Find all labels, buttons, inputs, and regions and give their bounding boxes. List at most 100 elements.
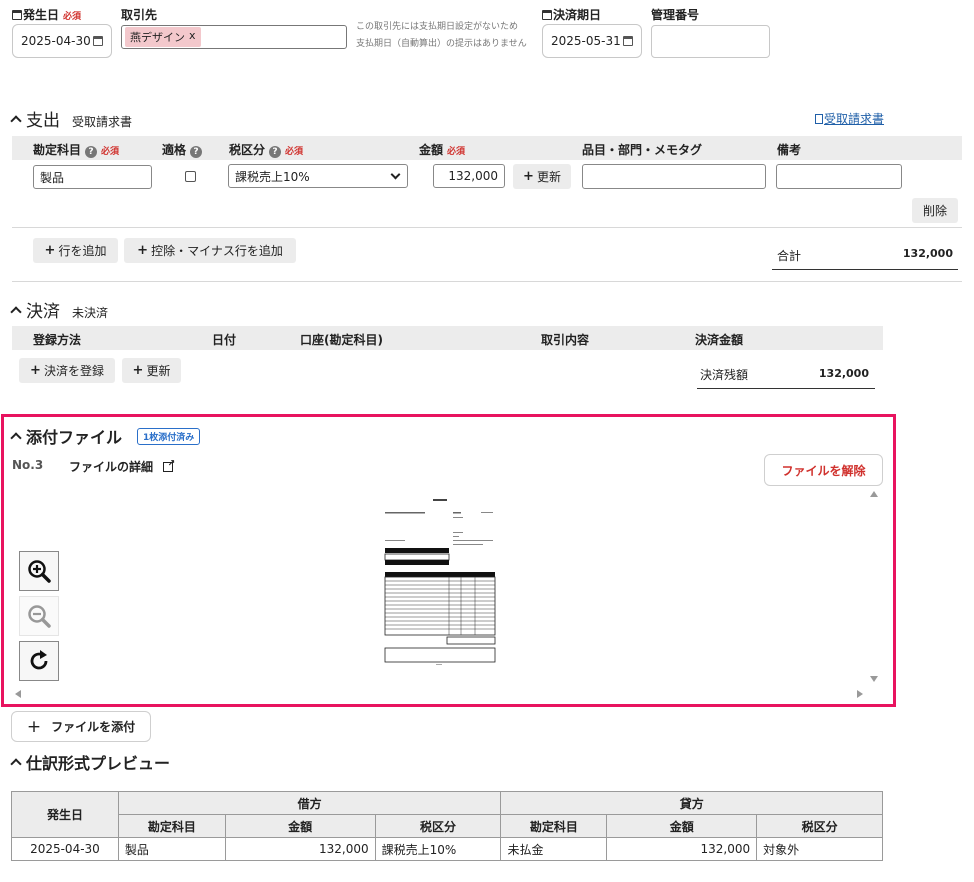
delete-row-button[interactable]: 削除	[912, 198, 958, 223]
plus-icon: +	[30, 363, 41, 378]
expense-header-bar	[12, 136, 962, 160]
plus-icon: +	[137, 243, 149, 258]
help-icon[interactable]: ?	[190, 146, 203, 158]
calendar-icon[interactable]	[93, 36, 103, 46]
mgmt-no-input[interactable]	[651, 25, 770, 58]
zoom-out-button[interactable]	[19, 596, 59, 636]
scroll-down-arrow[interactable]	[870, 676, 878, 682]
scroll-up-arrow[interactable]	[870, 491, 878, 497]
due-date-input[interactable]: 2025-05-31	[542, 24, 642, 58]
journal-credit-tax-cell: 対象外	[756, 837, 883, 861]
journal-debit-tax-header: 税区分	[374, 814, 502, 838]
collapse-caret-icon[interactable]	[10, 432, 22, 444]
col-qualified: 適格?	[162, 141, 203, 158]
journal-table: 発生日 借方 貸方 勘定科目 金額 税区分 勘定科目 金額 税区分 2025-0…	[11, 791, 883, 861]
scroll-right-arrow[interactable]	[857, 690, 863, 698]
zoom-in-button[interactable]	[19, 551, 59, 591]
note-input[interactable]	[776, 164, 902, 189]
zoom-out-icon	[28, 605, 51, 628]
col-date: 日付	[212, 333, 237, 347]
col-bank-account: 口座(勘定科目)	[300, 333, 383, 347]
rotate-button[interactable]	[19, 641, 59, 681]
partner-input[interactable]: 燕デザイン x	[121, 25, 347, 49]
issue-date-label: 発生日 必須	[12, 6, 81, 23]
settlement-update-button[interactable]: + 更新	[122, 358, 181, 383]
received-invoice-link[interactable]: 受取請求書	[815, 110, 884, 127]
mgmt-no-label: 管理番号	[651, 8, 700, 22]
issue-date-input[interactable]: 2025-04-30	[12, 24, 112, 58]
col-item: 品目・部門・メモタグ	[582, 143, 703, 157]
collapse-caret-icon[interactable]	[10, 306, 22, 318]
total-label: 合計	[777, 249, 802, 263]
journal-credit-tax-header: 税区分	[756, 814, 883, 838]
balance-value: 132,000	[818, 367, 869, 380]
divider	[12, 227, 962, 228]
attached-count-badge: 1枚添付済み	[137, 428, 201, 445]
col-settle-amount: 決済金額	[695, 333, 744, 347]
calendar-icon	[542, 10, 552, 20]
settlement-status: 未決済	[72, 306, 109, 320]
tax-select[interactable]: 課税売上10%	[228, 164, 408, 188]
col-method: 登録方法	[33, 333, 82, 347]
partner-tag-label: 燕デザイン	[130, 31, 185, 44]
total-underline	[772, 269, 958, 270]
document-icon	[815, 114, 823, 124]
qualified-checkbox[interactable]	[185, 171, 196, 182]
plus-icon: +	[132, 363, 144, 378]
register-settlement-button[interactable]: + 決済を登録	[19, 358, 115, 383]
collapse-caret-icon[interactable]	[10, 758, 22, 770]
journal-credit-account-cell: 未払金	[500, 837, 608, 861]
settlement-section-title[interactable]: 決済 未決済	[10, 297, 108, 322]
partner-label: 取引先	[121, 8, 158, 22]
help-icon[interactable]: ?	[85, 146, 98, 158]
journal-credit-amount-cell: 132,000	[606, 837, 758, 861]
col-tax: 税区分? 必須	[229, 143, 304, 158]
invoice-thumbnail	[381, 496, 499, 668]
settlement-header-bar	[12, 326, 883, 350]
journal-debit-account-header: 勘定科目	[117, 814, 226, 838]
partner-tag-remove[interactable]: x	[189, 29, 196, 45]
col-amount: 金額 必須	[419, 143, 466, 157]
expense-subtitle: 受取請求書	[72, 115, 133, 129]
journal-date-cell: 2025-04-30	[11, 837, 119, 861]
issue-date-value: 2025-04-30	[21, 34, 91, 48]
unlink-file-button[interactable]: ファイルを解除	[764, 454, 883, 486]
journal-debit-amount-header: 金額	[224, 814, 376, 838]
add-row-button[interactable]: + 行を追加	[33, 238, 118, 263]
attachment-section-title[interactable]: 添付ファイル	[10, 424, 122, 448]
balance-label: 決済残額	[700, 368, 749, 382]
calendar-icon[interactable]	[623, 36, 633, 46]
zoom-in-icon	[28, 560, 51, 583]
calendar-icon	[12, 10, 22, 20]
due-date-label: 決済期日	[542, 6, 601, 23]
external-link-icon: ↗	[163, 459, 175, 472]
col-content: 取引内容	[541, 333, 590, 347]
partner-note-line2: 支払期日（自動算出）の提示はありません	[356, 39, 527, 49]
journal-preview-title[interactable]: 仕訳形式プレビュー	[10, 750, 170, 774]
journal-credit-account-header: 勘定科目	[500, 814, 608, 838]
expense-section-title[interactable]: 支出 受取請求書	[10, 106, 132, 131]
balance-underline	[697, 388, 875, 389]
attachment-number: No.3	[12, 458, 44, 472]
rotate-icon	[30, 650, 48, 670]
help-icon[interactable]: ?	[269, 146, 282, 158]
account-input[interactable]: 製品	[33, 165, 152, 189]
amount-input[interactable]: 132,000	[433, 164, 505, 188]
journal-debit-header: 借方	[117, 791, 502, 815]
scroll-left-arrow[interactable]	[15, 690, 21, 698]
journal-col-date: 発生日	[11, 791, 119, 838]
plus-icon: +	[523, 169, 534, 184]
amount-update-button[interactable]: + 更新	[513, 164, 571, 189]
add-minus-row-button[interactable]: + 控除・マイナス行を追加	[124, 238, 296, 263]
partner-tag: 燕デザイン x	[125, 27, 201, 47]
collapse-caret-icon[interactable]	[10, 115, 22, 127]
partner-note-line1: この取引先には支払期日設定がないため	[356, 22, 519, 32]
add-file-button[interactable]: + ファイルを添付	[11, 711, 151, 742]
journal-credit-header: 貸方	[500, 791, 883, 815]
total-value: 132,000	[902, 247, 953, 260]
table-row: 2025-04-30 製品 132,000 課税売上10% 未払金 132,00…	[11, 837, 883, 861]
divider	[12, 281, 962, 282]
item-input[interactable]	[582, 164, 766, 189]
col-account: 勘定科目? 必須	[33, 143, 120, 158]
file-detail-link[interactable]: ファイルの詳細 ↗	[69, 458, 175, 475]
